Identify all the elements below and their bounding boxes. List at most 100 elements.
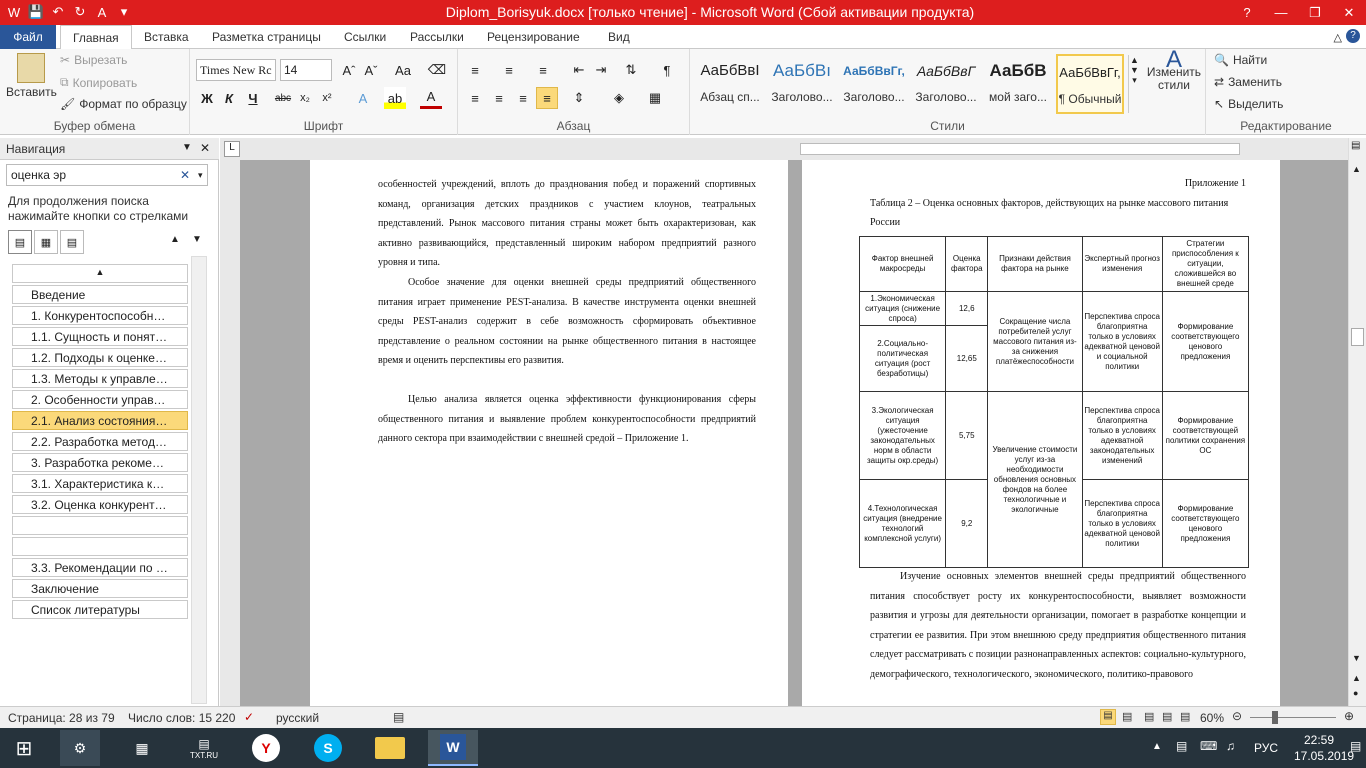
format-painter-button[interactable]: 🖌 Формат по образцу xyxy=(60,97,187,111)
nav-item[interactable]: Заключение xyxy=(12,579,188,598)
tab-file[interactable]: Файл xyxy=(0,25,56,49)
help-icon[interactable]: ? xyxy=(1230,0,1264,25)
minimize-button[interactable]: — xyxy=(1264,0,1298,25)
multilevel-list-icon[interactable]: ≡ xyxy=(532,59,554,81)
nav-item[interactable]: 1.1. Сущность и понятие к... xyxy=(12,327,188,346)
copy-button[interactable]: ⧉ Копировать xyxy=(60,75,137,90)
vertical-ruler[interactable] xyxy=(220,160,240,706)
word-count[interactable]: Число слов: 15 220 xyxy=(128,711,235,725)
tab-stop-icon[interactable]: L xyxy=(224,141,240,157)
shading-icon[interactable]: ◈ xyxy=(608,87,630,109)
draft-view-icon[interactable]: ▤ xyxy=(1180,710,1190,723)
font-size-combo[interactable]: 14 xyxy=(280,59,332,81)
zoom-out-icon[interactable]: ⊝ xyxy=(1232,709,1242,723)
align-left-icon[interactable]: ≡ xyxy=(464,87,486,109)
scroll-down-icon[interactable]: ▼ xyxy=(1352,653,1361,663)
nav-item[interactable]: Введение xyxy=(12,285,188,304)
bold-icon[interactable]: Ж xyxy=(196,87,218,109)
yandex-icon[interactable]: Y xyxy=(246,730,286,766)
select-button[interactable]: ↖ Выделить xyxy=(1214,97,1283,111)
scroll-thumb[interactable] xyxy=(1351,328,1364,346)
proofing-icon[interactable]: ✓ xyxy=(244,710,254,724)
nav-item[interactable]: 1.2. Подходы к оценке кон... xyxy=(12,348,188,367)
language[interactable]: русский xyxy=(276,711,319,725)
show-marks-icon[interactable]: ¶ xyxy=(656,59,678,81)
styles-scroll-icon[interactable]: ▲ ▼ ▾ xyxy=(1128,55,1140,113)
change-case-icon[interactable]: Aa xyxy=(392,59,414,81)
subscript-icon[interactable]: x₂ xyxy=(294,87,316,109)
zoom-slider-thumb[interactable] xyxy=(1272,711,1278,724)
zoom-in-icon[interactable]: ⊕ xyxy=(1344,709,1354,723)
shrink-font-icon[interactable]: Aˇ xyxy=(360,59,382,81)
line-spacing-icon[interactable]: ⇕ xyxy=(568,87,590,109)
search-options-icon[interactable]: ▾ xyxy=(198,170,203,181)
find-button[interactable]: 🔍 Найти xyxy=(1214,53,1267,67)
nav-item-selected[interactable]: 2.1. Анализ состояния отра... xyxy=(12,411,188,430)
prev-result-icon[interactable]: ▲ xyxy=(170,234,180,245)
nav-item[interactable] xyxy=(12,537,188,556)
style-heading-3[interactable]: АаБбВвГ Заголово... xyxy=(912,54,980,114)
reading-view-icon[interactable]: ▤ xyxy=(1122,710,1132,723)
italic-icon[interactable]: К xyxy=(218,87,240,109)
highlight-icon[interactable]: ab xyxy=(384,87,406,109)
font-name-combo[interactable]: Times New Rc xyxy=(196,59,276,81)
underline-icon[interactable]: Ч xyxy=(242,87,264,109)
justify-icon[interactable]: ≡ xyxy=(536,87,558,109)
style-normal[interactable]: АаБбВвГг, ¶ Обычный xyxy=(1056,54,1124,114)
prev-page-icon[interactable]: ▲ xyxy=(1352,673,1361,683)
page-count[interactable]: Страница: 28 из 79 xyxy=(8,711,115,725)
web-layout-icon[interactable]: ▤ xyxy=(1144,710,1154,723)
next-result-icon[interactable]: ▼ xyxy=(192,234,202,245)
macro-icon[interactable]: ▤ xyxy=(393,710,404,724)
notifications-icon[interactable]: ▤ xyxy=(1350,739,1361,753)
clear-search-icon[interactable]: ✕ xyxy=(180,168,190,182)
nav-menu-icon[interactable]: ▼ xyxy=(182,142,192,153)
skype-icon[interactable]: S xyxy=(308,730,348,766)
decrease-indent-icon[interactable]: ⇤ xyxy=(568,59,590,81)
style-heading-1[interactable]: АаБбВı Заголово... xyxy=(768,54,836,114)
word-icon[interactable]: W xyxy=(428,730,478,766)
input-language[interactable]: РУС xyxy=(1254,741,1278,755)
explorer-icon[interactable] xyxy=(370,730,410,766)
nav-item[interactable]: 3.3. Рекомендации по пов... xyxy=(12,558,188,577)
grow-font-icon[interactable]: Aˆ xyxy=(338,59,360,81)
nav-item[interactable] xyxy=(12,516,188,535)
browse-object-icon[interactable]: ● xyxy=(1353,688,1358,698)
style-my-heading[interactable]: АаБбВ мой заго... xyxy=(984,54,1052,114)
superscript-icon[interactable]: x² xyxy=(316,87,338,109)
style-list-paragraph[interactable]: АаБбВвI Абзац сп... xyxy=(696,54,764,114)
word-icon[interactable]: W xyxy=(4,2,24,22)
increase-indent-icon[interactable]: ⇥ xyxy=(590,59,612,81)
bullets-icon[interactable]: ≡ xyxy=(464,59,486,81)
align-center-icon[interactable]: ≡ xyxy=(488,87,510,109)
change-styles-button[interactable]: A Изменить стили xyxy=(1146,48,1202,92)
volume-icon[interactable]: ♫ xyxy=(1226,739,1235,753)
font-color-icon[interactable]: A xyxy=(420,87,442,109)
tab-view[interactable]: Вид xyxy=(596,25,642,49)
close-button[interactable]: ✕ xyxy=(1332,0,1366,25)
keyboard-icon[interactable]: ⌨ xyxy=(1200,739,1217,753)
style-heading-2[interactable]: АаБбВвГг, Заголово... xyxy=(840,54,908,114)
nav-item[interactable]: 2.2. Разработка методов о... xyxy=(12,432,188,451)
tab-review[interactable]: Рецензирование xyxy=(475,25,592,49)
tray-arrow-icon[interactable]: ▲ xyxy=(1152,741,1162,752)
outline-view-icon[interactable]: ▤ xyxy=(1162,710,1172,723)
tab-insert[interactable]: Вставка xyxy=(132,25,201,49)
customize-qat-icon[interactable]: ▾ xyxy=(114,2,134,22)
help-icon[interactable]: ? xyxy=(1346,29,1360,43)
print-layout-icon[interactable]: ▤ xyxy=(1100,709,1116,725)
replace-button[interactable]: ⇄ Заменить xyxy=(1214,75,1282,89)
nav-item[interactable]: 1.3. Методы к управлению ... xyxy=(12,369,188,388)
nav-item[interactable]: 3.2. Оценка конкурентосп... xyxy=(12,495,188,514)
txt-ru-icon[interactable]: ▤ TXT.RU xyxy=(184,730,224,766)
scroll-up-icon[interactable]: ▲ xyxy=(1352,164,1361,174)
save-icon[interactable]: 💾 xyxy=(26,2,46,22)
zoom-level[interactable]: 60% xyxy=(1200,711,1224,725)
nav-close-icon[interactable]: ✕ xyxy=(200,141,210,155)
zoom-slider[interactable] xyxy=(1250,717,1336,718)
strikethrough-icon[interactable]: abc xyxy=(272,87,294,109)
align-right-icon[interactable]: ≡ xyxy=(512,87,534,109)
nav-item[interactable]: 3.1. Характеристика компа... xyxy=(12,474,188,493)
clear-format-icon[interactable]: ⌫ xyxy=(426,59,448,81)
headings-view-icon[interactable]: ▤ xyxy=(8,230,32,254)
